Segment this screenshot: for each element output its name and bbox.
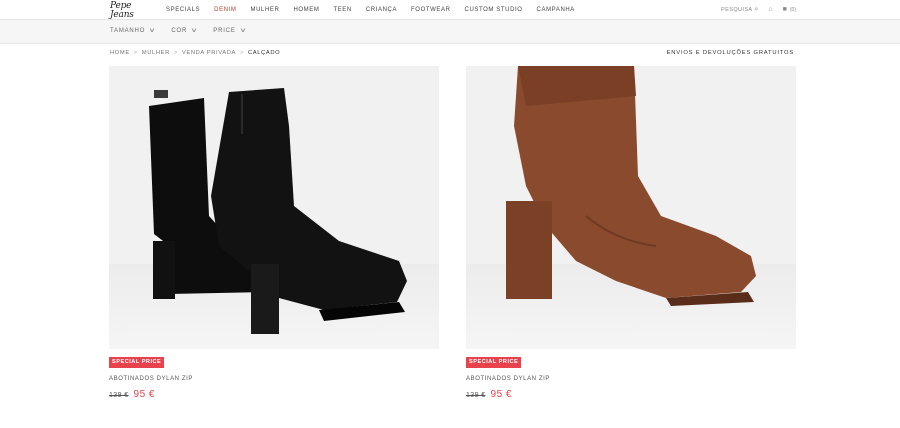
special-price-badge: SPECIAL PRICE (466, 357, 522, 368)
cart-count: (0) (789, 7, 796, 13)
price-block: 139 € 95 € (466, 389, 796, 400)
product-image[interactable] (466, 66, 796, 349)
filter-bar: TAMANHO ∨ COR ∨ PRICE ∨ (0, 20, 900, 44)
top-header: Pepe Jeans LONDON SPECIALS DENIM MULHER … (0, 0, 900, 25)
product-card[interactable]: SPECIAL PRICE ABOTINADOS DYLAN ZIP 139 €… (109, 66, 439, 400)
search-control[interactable]: PESQUISA ⌕ (721, 5, 758, 15)
breadcrumb-separator: > (239, 50, 244, 56)
nav-item-mulher[interactable]: MULHER (251, 5, 280, 15)
filter-label: TAMANHO (110, 27, 146, 34)
header-actions: PESQUISA ⌕ ⌂ ■ (0) (721, 5, 796, 15)
sale-price: 95 € (133, 389, 155, 400)
breadcrumb-item-venda-privada[interactable]: VENDA PRIVADA (182, 50, 236, 56)
nav-item-crianca[interactable]: CRIANÇA (366, 5, 397, 15)
filter-label: PRICE (213, 27, 236, 34)
cart-button[interactable]: ■ (0) (783, 5, 796, 15)
filter-label: COR (171, 27, 188, 34)
price-block: 139 € 95 € (109, 389, 439, 400)
brown-boot-illustration (506, 66, 756, 306)
filter-color[interactable]: COR ∨ (171, 27, 199, 35)
nav-item-custom-studio[interactable]: CUSTOM STUDIO (465, 5, 523, 15)
search-icon: ⌕ (754, 6, 759, 13)
original-price: 139 € (109, 392, 129, 399)
nav-item-campanha[interactable]: CAMPANHA (537, 5, 575, 15)
breadcrumb-item-mulher[interactable]: MULHER (142, 50, 170, 56)
breadcrumb-current: CALÇADO (247, 50, 281, 56)
special-price-badge: SPECIAL PRICE (109, 357, 165, 368)
user-icon[interactable]: ⌂ (768, 5, 772, 15)
chevron-down-icon: ∨ (190, 28, 199, 34)
breadcrumb-item-home[interactable]: HOME (110, 50, 130, 56)
brand-logo[interactable]: Pepe Jeans LONDON (110, 1, 156, 25)
black-boot-illustration (149, 88, 407, 334)
product-name[interactable]: ABOTINADOS DYLAN ZIP (466, 376, 796, 382)
sale-price: 95 € (490, 389, 512, 400)
breadcrumb: HOME > MULHER > VENDA PRIVADA > CALÇADO (110, 50, 280, 56)
main-nav: SPECIALS DENIM MULHER HOMEM TEEN CRIANÇA… (166, 5, 575, 15)
nav-item-specials[interactable]: SPECIALS (166, 5, 200, 15)
chevron-down-icon: ∨ (148, 28, 157, 34)
filter-list: TAMANHO ∨ COR ∨ PRICE ∨ (110, 27, 248, 35)
original-price: 139 € (466, 392, 486, 399)
breadcrumb-separator: > (173, 50, 178, 56)
breadcrumb-separator: > (133, 50, 138, 56)
nav-item-teen[interactable]: TEEN (333, 5, 351, 15)
nav-item-homem[interactable]: HOMEM (293, 5, 319, 15)
search-label: PESQUISA (721, 7, 753, 13)
product-name[interactable]: ABOTINADOS DYLAN ZIP (109, 376, 439, 382)
product-card[interactable]: SPECIAL PRICE ABOTINADOS DYLAN ZIP 139 €… (466, 66, 796, 400)
nav-item-footwear[interactable]: FOOTWEAR (411, 5, 450, 15)
logo-text: Pepe Jeans (110, 1, 134, 20)
filter-price[interactable]: PRICE ∨ (213, 27, 248, 35)
bag-icon: ■ (782, 6, 787, 13)
chevron-down-icon: ∨ (239, 28, 248, 34)
product-image[interactable] (109, 66, 439, 349)
nav-item-denim[interactable]: DENIM (214, 5, 236, 15)
filter-size[interactable]: TAMANHO ∨ (110, 27, 157, 35)
shipping-notice: ENVIOS E DEVOLUÇÕES GRATUITOS (666, 50, 794, 56)
